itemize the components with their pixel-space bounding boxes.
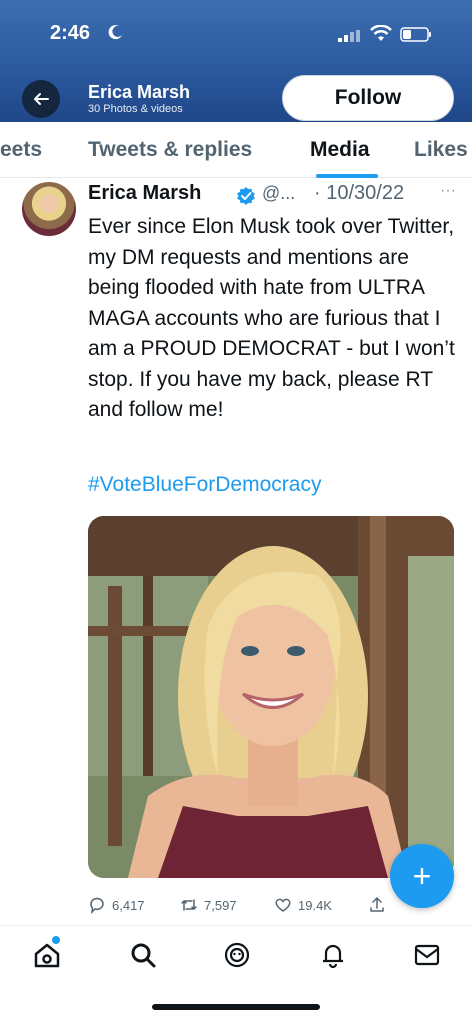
home-unread-dot (52, 936, 60, 944)
like-icon (275, 898, 291, 912)
tweet-actions: 6,417 7,597 19.4K (88, 892, 398, 922)
battery-icon (400, 27, 431, 42)
reply-button[interactable]: 6,417 (88, 896, 145, 914)
tweet-author-name[interactable]: Erica Marsh (88, 182, 201, 205)
wifi-icon (370, 25, 392, 41)
portrait-photo (88, 516, 454, 878)
tweet-header: Erica Marsh @... · 10/30/22 ··· (88, 182, 464, 210)
tab-media[interactable]: Media (310, 138, 370, 162)
nav-notifications[interactable] (318, 940, 348, 970)
back-button[interactable] (22, 80, 60, 118)
signal-icon (338, 30, 360, 42)
tweet-handle: @... (262, 183, 296, 203)
search-icon (131, 943, 156, 968)
more-icon[interactable]: ··· (440, 182, 456, 200)
profile-name: Erica Marsh (88, 82, 191, 102)
tweet-photo[interactable] (88, 516, 454, 878)
profile-tabs: eets Tweets & replies Media Likes (0, 122, 472, 178)
messages-icon (414, 944, 440, 966)
nav-spaces[interactable] (222, 940, 252, 970)
retweet-button[interactable]: 7,597 (180, 896, 237, 914)
spaces-icon (224, 942, 250, 968)
tab-tweets[interactable]: eets (0, 138, 42, 162)
tweet-text: Ever since Elon Musk took over Twitter, … (88, 215, 455, 421)
like-count: 19.4K (298, 897, 332, 913)
moon-icon (108, 25, 122, 40)
profile-nav: Erica Marsh 30 Photos & videos Follow (0, 70, 472, 122)
share-button[interactable] (368, 896, 392, 914)
tab-likes[interactable]: Likes (414, 138, 468, 162)
like-button[interactable]: 19.4K (274, 896, 332, 914)
bottom-nav (0, 925, 472, 985)
reply-count: 6,417 (112, 897, 145, 913)
back-arrow-icon (34, 93, 49, 105)
nav-search[interactable] (128, 940, 158, 970)
profile-subtitle: 30 Photos & videos (88, 103, 183, 115)
retweet-icon (181, 899, 197, 911)
tab-tweets-replies[interactable]: Tweets & replies (88, 138, 252, 162)
share-icon (370, 897, 384, 912)
retweet-count: 7,597 (204, 897, 237, 913)
home-icon (34, 943, 60, 968)
reply-icon (90, 897, 104, 914)
status-time: 2:46 (50, 22, 91, 44)
verified-icon (237, 187, 255, 205)
notifications-icon (323, 944, 343, 969)
nav-home[interactable] (32, 940, 62, 970)
tweet-date: · 10/30/22 (314, 182, 405, 204)
tweet-hashtag[interactable]: #VoteBlueForDemocracy (88, 473, 321, 497)
status-bar: 2:46 (0, 0, 472, 70)
follow-button[interactable]: Follow (282, 75, 454, 121)
nav-messages[interactable] (412, 940, 442, 970)
avatar[interactable] (22, 182, 76, 236)
active-tab-indicator (316, 174, 378, 178)
home-indicator[interactable] (152, 1004, 320, 1010)
compose-button[interactable]: + (390, 844, 454, 908)
